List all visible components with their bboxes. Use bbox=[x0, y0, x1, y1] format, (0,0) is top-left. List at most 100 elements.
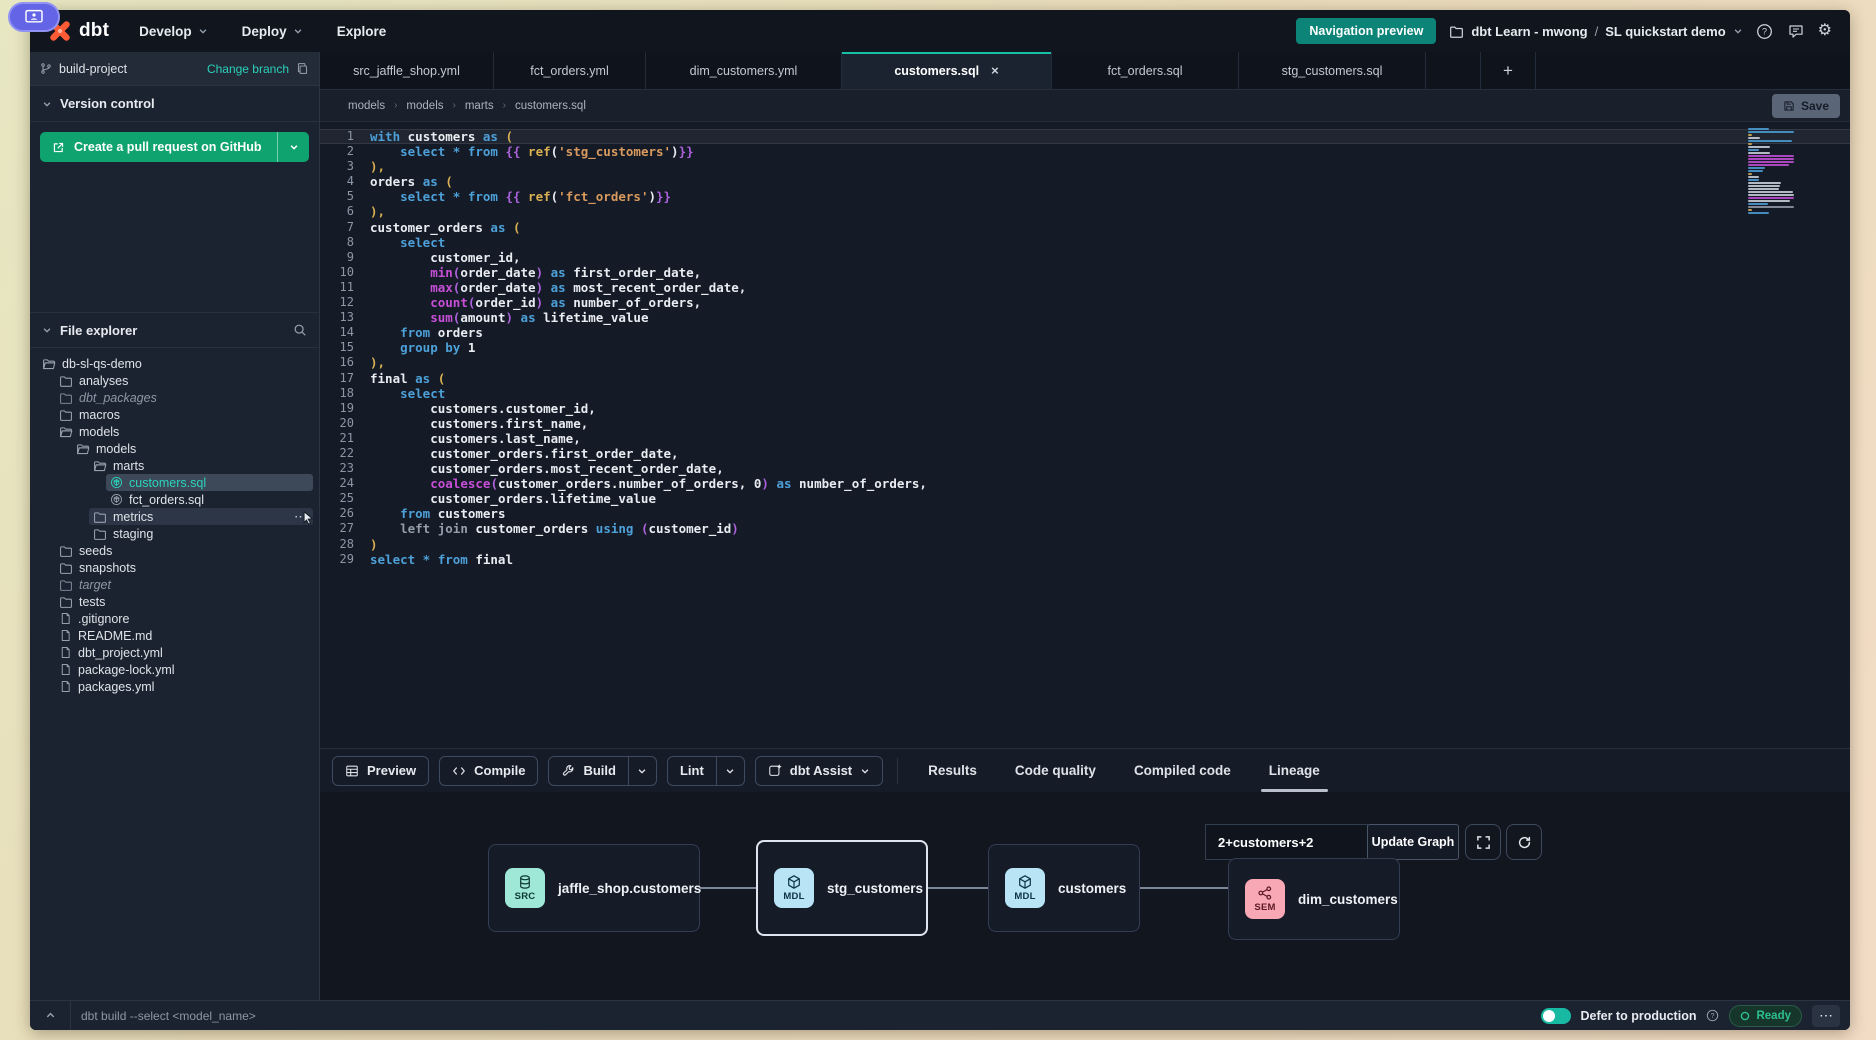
code-line[interactable]: 6), bbox=[320, 204, 1850, 219]
tree-item-staging[interactable]: staging bbox=[89, 525, 313, 542]
tree-item-seeds[interactable]: seeds bbox=[55, 542, 313, 559]
tab-fct-orders-yml[interactable]: fct_orders.yml bbox=[494, 52, 646, 89]
tab-dim-customers-yml[interactable]: dim_customers.yml bbox=[646, 52, 842, 89]
tab-customers-sql[interactable]: customers.sql× bbox=[842, 52, 1052, 89]
preview-button[interactable]: Preview bbox=[332, 756, 429, 786]
defer-toggle[interactable] bbox=[1541, 1008, 1571, 1024]
feedback-icon[interactable] bbox=[1787, 22, 1805, 40]
tree-item-gitignore[interactable]: .gitignore bbox=[55, 610, 313, 627]
minimap[interactable] bbox=[1748, 128, 1798, 215]
tree-item-models[interactable]: models bbox=[55, 423, 313, 440]
code-line[interactable]: 5 select * from {{ ref('fct_orders')}} bbox=[320, 189, 1850, 204]
tree-item-db-sl-qs-demo[interactable]: db-sl-qs-demo bbox=[38, 355, 313, 372]
tree-item-dbt-packages[interactable]: dbt_packages bbox=[55, 389, 313, 406]
code-line[interactable]: 10 min(order_date) as first_order_date, bbox=[320, 265, 1850, 280]
tab-stg-customers-sql[interactable]: stg_customers.sql bbox=[1239, 52, 1426, 89]
tree-item-fct-orders-sql[interactable]: fct_orders.sql bbox=[106, 491, 313, 508]
build-dropdown[interactable] bbox=[628, 757, 656, 785]
lineage-selector-input[interactable]: 2+customers+2 bbox=[1205, 824, 1368, 860]
tree-item-analyses[interactable]: analyses bbox=[55, 372, 313, 389]
command-input[interactable]: dbt build --select <model_name> bbox=[81, 1009, 256, 1023]
code-line[interactable]: 16), bbox=[320, 355, 1850, 370]
tree-item-target[interactable]: target bbox=[55, 576, 313, 593]
code-line[interactable]: 25 customer_orders.lifetime_value bbox=[320, 491, 1850, 506]
version-control-header[interactable]: Version control bbox=[30, 86, 319, 122]
menu-deploy[interactable]: Deploy bbox=[242, 24, 303, 39]
create-pr-button[interactable]: Create a pull request on GitHub bbox=[40, 132, 309, 162]
breadcrumb-item[interactable]: models bbox=[406, 100, 443, 112]
dbt-assist-main[interactable]: dbt Assist bbox=[756, 757, 882, 785]
code-line[interactable]: 21 customers.last_name, bbox=[320, 431, 1850, 446]
panel-tab-code-quality[interactable]: Code quality bbox=[1015, 749, 1096, 792]
breadcrumb-item[interactable]: customers.sql bbox=[515, 100, 586, 112]
breadcrumb-item[interactable]: models bbox=[348, 100, 385, 112]
search-icon[interactable] bbox=[293, 323, 307, 337]
code-line[interactable]: 13 sum(amount) as lifetime_value bbox=[320, 310, 1850, 325]
panel-tab-compiled-code[interactable]: Compiled code bbox=[1134, 749, 1231, 792]
lint-main[interactable]: Lint bbox=[668, 757, 716, 785]
tree-item-models[interactable]: models bbox=[72, 440, 313, 457]
code-line[interactable]: 1with customers as ( bbox=[320, 129, 1850, 144]
tree-item-packages-yml[interactable]: packages.yml bbox=[55, 678, 313, 695]
compile-main[interactable]: Compile bbox=[440, 757, 537, 785]
code-editor[interactable]: 1with customers as (2 select * from {{ r… bbox=[320, 122, 1850, 748]
panel-tab-lineage[interactable]: Lineage bbox=[1269, 749, 1320, 792]
code-line[interactable]: 4orders as ( bbox=[320, 174, 1850, 189]
code-line[interactable]: 24 coalesce(customer_orders.number_of_or… bbox=[320, 476, 1850, 491]
update-graph-button[interactable]: Update Graph bbox=[1367, 824, 1459, 860]
file-explorer-header[interactable]: File explorer bbox=[30, 312, 319, 348]
build-button[interactable]: Build bbox=[548, 756, 657, 786]
create-pr-dropdown[interactable] bbox=[277, 132, 309, 162]
lineage-node-stg-customers[interactable]: MDLstg_customers bbox=[756, 840, 928, 936]
settings-gear-icon[interactable]: ⚙ bbox=[1818, 23, 1832, 39]
help-icon[interactable]: ? bbox=[1756, 22, 1774, 40]
code-line[interactable]: 7customer_orders as ( bbox=[320, 220, 1850, 235]
tree-item-readme-md[interactable]: README.md bbox=[55, 627, 313, 644]
breadcrumb-item[interactable]: marts bbox=[465, 100, 494, 112]
code-line[interactable]: 28) bbox=[320, 537, 1850, 552]
code-line[interactable]: 26 from customers bbox=[320, 506, 1850, 521]
navigation-preview-button[interactable]: Navigation preview bbox=[1296, 18, 1436, 44]
refresh-button[interactable] bbox=[1506, 824, 1542, 860]
tab-src-jaffle-shop-yml[interactable]: src_jaffle_shop.yml bbox=[320, 52, 494, 89]
code-line[interactable]: 9 customer_id, bbox=[320, 250, 1850, 265]
tree-item-macros[interactable]: macros bbox=[55, 406, 313, 423]
code-line[interactable]: 27 left join customer_orders using (cust… bbox=[320, 521, 1850, 536]
code-line[interactable]: 20 customers.first_name, bbox=[320, 416, 1850, 431]
new-tab-button[interactable]: + bbox=[1481, 52, 1536, 89]
save-button[interactable]: Save bbox=[1772, 94, 1840, 118]
code-line[interactable]: 3), bbox=[320, 159, 1850, 174]
panel-tab-results[interactable]: Results bbox=[928, 749, 977, 792]
change-branch-link[interactable]: Change branch bbox=[207, 62, 289, 76]
tree-item-tests[interactable]: tests bbox=[55, 593, 313, 610]
code-line[interactable]: 23 customer_orders.most_recent_order_dat… bbox=[320, 461, 1850, 476]
build-main[interactable]: Build bbox=[549, 757, 628, 785]
code-line[interactable]: 22 customer_orders.first_order_date, bbox=[320, 446, 1850, 461]
code-line[interactable]: 12 count(order_id) as number_of_orders, bbox=[320, 295, 1850, 310]
fullscreen-button[interactable] bbox=[1465, 824, 1501, 860]
code-line[interactable]: 29select * from final bbox=[320, 552, 1850, 567]
lineage-node-customers[interactable]: MDLcustomers bbox=[988, 844, 1140, 932]
compile-button[interactable]: Compile bbox=[439, 756, 538, 786]
lineage-node-jaffle-shop-customers[interactable]: SRCjaffle_shop.customers bbox=[488, 844, 700, 932]
code-line[interactable]: 19 customers.customer_id, bbox=[320, 401, 1850, 416]
more-options-button[interactable]: ⋯ bbox=[1812, 1005, 1840, 1027]
lint-dropdown[interactable] bbox=[716, 757, 744, 785]
tab-fct-orders-sql[interactable]: fct_orders.sql bbox=[1052, 52, 1239, 89]
question-circle-icon[interactable]: ? bbox=[1706, 1009, 1719, 1022]
menu-explore[interactable]: Explore bbox=[337, 24, 387, 39]
lint-button[interactable]: Lint bbox=[667, 756, 745, 786]
tree-item-snapshots[interactable]: snapshots bbox=[55, 559, 313, 576]
copy-icon[interactable] bbox=[296, 62, 309, 75]
tree-item-marts[interactable]: marts bbox=[89, 457, 313, 474]
code-line[interactable]: 17final as ( bbox=[320, 371, 1850, 386]
code-line[interactable]: 14 from orders bbox=[320, 325, 1850, 340]
dbt-assist-button[interactable]: dbt Assist bbox=[755, 756, 883, 786]
code-line[interactable]: 18 select bbox=[320, 386, 1850, 401]
expand-command-bar-button[interactable] bbox=[40, 1010, 60, 1021]
menu-develop[interactable]: Develop bbox=[139, 24, 208, 39]
tree-item-customers-sql[interactable]: customers.sql bbox=[106, 474, 313, 491]
tree-item-dbt-project-yml[interactable]: dbt_project.yml bbox=[55, 644, 313, 661]
code-line[interactable]: 8 select bbox=[320, 235, 1850, 250]
tree-item-metrics[interactable]: metrics⋯ bbox=[89, 508, 313, 525]
